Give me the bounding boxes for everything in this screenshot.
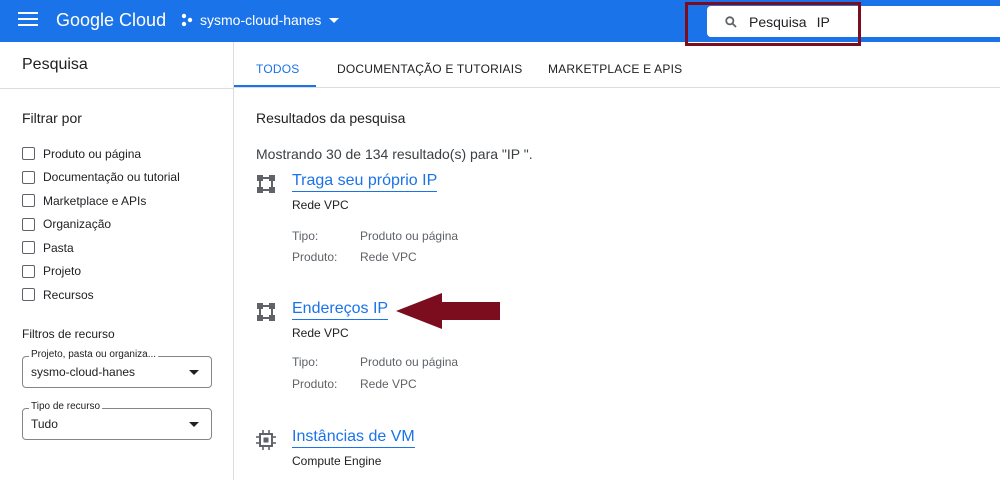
filter-marketplace[interactable]: Marketplace e APIs: [22, 189, 180, 213]
checkbox[interactable]: [22, 170, 35, 184]
resource-type-select[interactable]: Tipo de recurso Tudo: [22, 401, 212, 440]
brand-logo[interactable]: Google Cloud: [56, 10, 166, 31]
result-item: Instâncias de VM Compute Engine: [256, 428, 756, 480]
filter-resources[interactable]: Recursos: [22, 283, 180, 307]
filter-label: Produto ou página: [43, 146, 142, 161]
checkbox[interactable]: [22, 264, 35, 278]
filter-label: Organização: [43, 217, 112, 232]
filter-product[interactable]: Produto ou página: [22, 142, 180, 166]
meta-value: Produto ou página: [360, 229, 459, 243]
checkbox[interactable]: [22, 241, 35, 255]
results-count: Mostrando 30 de 134 resultado(s) para "I…: [256, 146, 533, 162]
result-subtitle: Rede VPC: [292, 326, 349, 340]
select-value: sysmo-cloud-hanes: [31, 365, 136, 379]
project-selector[interactable]: sysmo-cloud-hanes: [180, 12, 340, 28]
filter-heading: Filtrar por: [22, 110, 82, 126]
tab-all[interactable]: TODOS: [256, 62, 299, 76]
tab-marketplace[interactable]: MARKETPLACE E APIS: [548, 62, 682, 76]
project-icon: [181, 13, 193, 27]
filter-panel: Pesquisa Filtrar por Produto ou página D…: [0, 42, 234, 480]
filter-docs[interactable]: Documentação ou tutorial: [22, 166, 180, 190]
result-item: Endereços IP Rede VPC Tipo: Produto ou p…: [256, 300, 756, 400]
filter-list: Produto ou página Documentação ou tutori…: [22, 142, 180, 307]
meta-label: Tipo:: [292, 355, 319, 369]
chevron-down-icon: [329, 17, 340, 23]
checkbox[interactable]: [22, 147, 35, 161]
result-subtitle: Compute Engine: [292, 454, 382, 468]
filter-label: Pasta: [43, 240, 74, 255]
checkbox[interactable]: [22, 217, 35, 231]
annotation-arrow-icon: [396, 293, 500, 329]
active-tab-indicator: [234, 85, 316, 87]
select-label: Tipo de recurso: [29, 401, 103, 412]
result-title-link[interactable]: Endereços IP: [292, 300, 389, 320]
filter-label: Recursos: [43, 287, 94, 302]
network-icon: [257, 175, 275, 193]
result-subtitle: Rede VPC: [292, 198, 349, 212]
chip-icon: [256, 430, 276, 450]
select-label: Projeto, pasta ou organiza...: [29, 349, 159, 360]
filter-folder[interactable]: Pasta: [22, 236, 180, 260]
filter-label: Marketplace e APIs: [43, 193, 147, 208]
filter-organization[interactable]: Organização: [22, 213, 180, 237]
results-title: Resultados da pesquisa: [256, 110, 406, 126]
result-title-link[interactable]: Traga seu próprio IP: [292, 172, 438, 192]
resource-filters-heading: Filtros de recurso: [22, 327, 115, 341]
menu-icon[interactable]: [18, 12, 38, 28]
scope-select[interactable]: Projeto, pasta ou organiza... sysmo-clou…: [22, 349, 212, 388]
meta-label: Produto:: [292, 250, 338, 264]
network-icon: [257, 303, 275, 321]
divider: [0, 88, 234, 89]
tab-docs[interactable]: DOCUMENTAÇÃO E TUTORIAIS: [337, 62, 523, 76]
result-title-link[interactable]: Instâncias de VM: [292, 428, 415, 448]
panel-title: Pesquisa: [22, 56, 88, 73]
checkbox[interactable]: [22, 194, 35, 208]
tab-bar: TODOS DOCUMENTAÇÃO E TUTORIAIS MARKETPLA…: [234, 42, 1000, 88]
search-highlight-box: [685, 2, 861, 46]
checkbox[interactable]: [22, 288, 35, 302]
meta-label: Produto:: [292, 377, 338, 391]
dropdown-arrow-icon: [189, 422, 199, 427]
meta-value: Rede VPC: [360, 377, 417, 391]
meta-value: Produto ou página: [360, 355, 459, 369]
filter-project[interactable]: Projeto: [22, 260, 180, 284]
meta-label: Tipo:: [292, 229, 319, 243]
filter-label: Projeto: [43, 264, 82, 279]
select-value: Tudo: [31, 417, 58, 431]
filter-label: Documentação ou tutorial: [43, 170, 180, 185]
project-name: sysmo-cloud-hanes: [200, 12, 322, 28]
result-item: Traga seu próprio IP Rede VPC Tipo: Prod…: [256, 172, 756, 272]
meta-value: Rede VPC: [360, 250, 417, 264]
dropdown-arrow-icon: [189, 370, 199, 375]
